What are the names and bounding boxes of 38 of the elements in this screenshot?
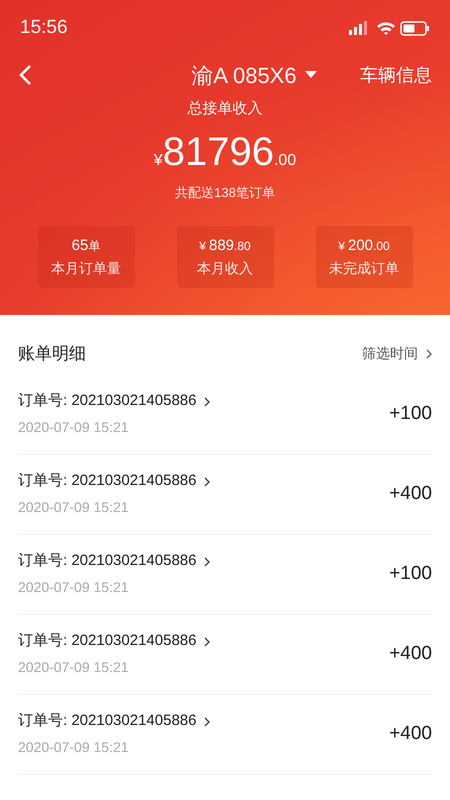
stat-label: 本月订单量	[51, 258, 121, 278]
order-amount: +100	[389, 402, 432, 426]
status-time: 15:56	[20, 16, 68, 40]
battery-icon	[400, 20, 430, 36]
order-time: 2020-07-09 15:21	[18, 658, 130, 677]
order-time: 2020-07-09 15:21	[18, 498, 130, 517]
wifi-icon	[376, 20, 396, 36]
order-number-link[interactable]: 订单号: 202103021405886	[18, 390, 196, 413]
filter-time-button[interactable]: 筛选时间	[362, 343, 432, 364]
stat-label: 未完成订单	[329, 258, 399, 278]
stat-value: 65单	[72, 236, 100, 256]
order-number-link[interactable]: 订单号: 202103021405886	[18, 470, 196, 493]
total-income-label: 总接单收入	[186, 99, 264, 119]
vehicle-plate[interactable]: 渝A 085X6	[191, 58, 297, 92]
order-number-link[interactable]: 订单号: 202103021405886	[18, 710, 196, 733]
chevron-icon	[204, 636, 210, 646]
order-number-link[interactable]: 订单号: 202103021405886	[18, 630, 196, 653]
order-time: 2020-07-09 15:21	[18, 418, 130, 437]
stat-label: 本月收入	[197, 258, 253, 278]
chevron-icon	[204, 476, 210, 486]
chevron-icon	[204, 556, 210, 566]
order-number-link[interactable]: 订单号: 202103021405886	[18, 550, 196, 573]
order-amount: +400	[389, 722, 432, 746]
order-amount: +400	[389, 482, 432, 506]
total-income-amount: ¥81796.00	[154, 128, 296, 176]
chevron-icon	[204, 716, 210, 726]
section-title: 账单明细	[18, 343, 86, 365]
stat-value: ¥ 200.00	[338, 236, 390, 256]
stat-value: ¥ 889.80	[199, 236, 251, 256]
order-count-note: 共配送138笔订单	[174, 184, 276, 202]
order-amount: +400	[389, 642, 432, 666]
chevron-icon	[426, 348, 432, 359]
order-time: 2020-07-09 15:21	[18, 738, 130, 757]
vehicle-info-link[interactable]: 车辆信息	[360, 62, 432, 88]
order-time: 2020-07-09 15:21	[18, 578, 130, 597]
chevron-icon	[204, 396, 210, 406]
order-amount: +100	[389, 562, 432, 586]
dropdown-caret-icon[interactable]	[304, 71, 317, 79]
